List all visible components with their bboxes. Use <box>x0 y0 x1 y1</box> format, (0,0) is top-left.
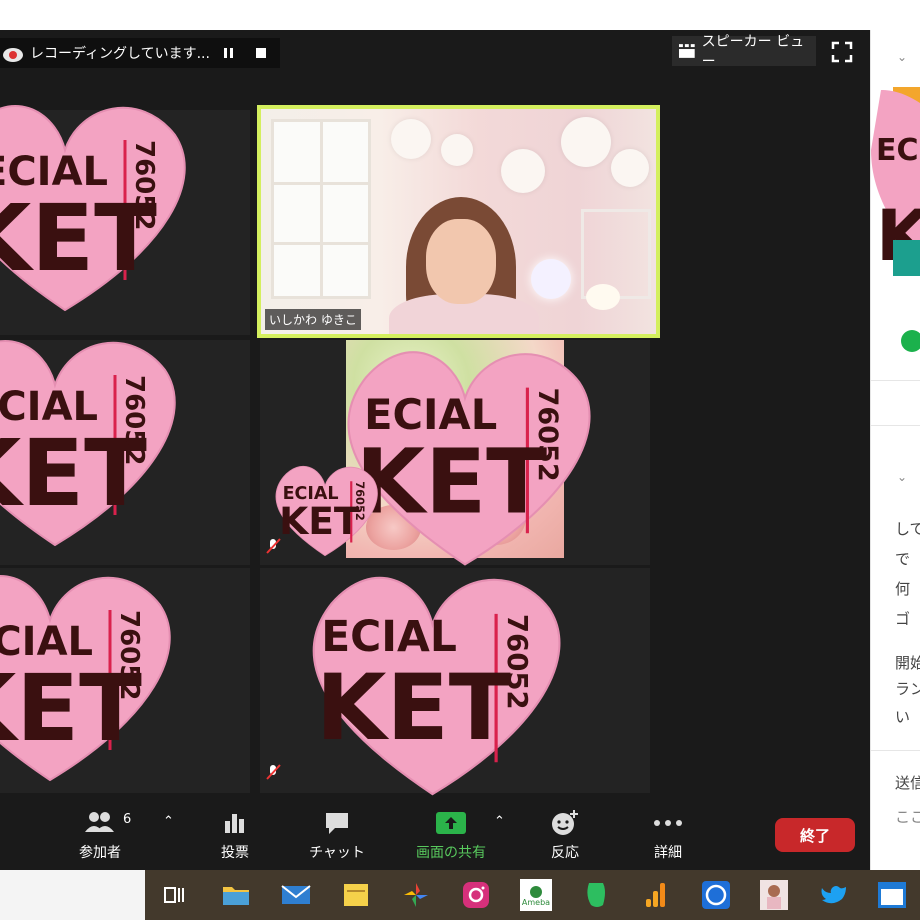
panel-text-line: で <box>895 550 911 568</box>
speaker-face <box>426 219 496 304</box>
speaker-view-button[interactable]: スピーカー ビュー <box>672 34 816 70</box>
meeting-toolbar: 参加者 6 ⌃ 投票 チャット 画面の共有 ⌃ 反応 詳細 終了 <box>0 800 870 870</box>
window-decor <box>271 119 371 299</box>
cloud-record-icon <box>3 48 23 62</box>
recording-indicator: レコーディングしています... <box>0 38 280 68</box>
analytics-icon[interactable] <box>640 879 672 911</box>
windows-taskbar: Ameba <box>0 870 920 920</box>
special-ticket-heart-sticker: ECIAL KET 76052 <box>275 466 378 557</box>
more-button[interactable]: 詳細 <box>623 808 713 862</box>
pause-recording-button[interactable] <box>216 40 242 66</box>
sticker-text-top: ECIAL <box>321 612 457 661</box>
file-explorer-icon[interactable] <box>220 879 252 911</box>
sticker-text-main: KET <box>279 499 360 543</box>
polls-button[interactable]: 投票 <box>190 808 280 862</box>
special-ticket-heart-sticker: ECIAL KET 76052 <box>312 576 561 796</box>
sticker-text-main: KET <box>356 430 547 534</box>
more-dots-icon <box>654 820 682 826</box>
chevron-down-icon[interactable]: ⌄ <box>897 470 907 484</box>
end-meeting-button[interactable]: 終了 <box>775 818 855 852</box>
task-view-icon[interactable] <box>158 879 190 911</box>
share-screen-icon <box>436 812 466 834</box>
divider <box>871 380 920 381</box>
chat-icon <box>326 813 348 834</box>
profile-photo-icon[interactable] <box>758 879 790 911</box>
speaker-view-icon <box>678 44 695 58</box>
special-ticket-heart-sticker: ECIAL KET <box>871 90 920 277</box>
chevron-down-icon[interactable]: ⌄ <box>897 50 907 64</box>
share-screen-label: 画面の共有 <box>416 845 486 861</box>
special-ticket-heart-sticker: ECIAL KET 76052 <box>0 105 186 312</box>
top-white-strip <box>0 0 920 30</box>
reactions-button[interactable]: 反応 <box>520 808 610 862</box>
window-icon[interactable] <box>876 879 908 911</box>
teal-block <box>893 240 920 276</box>
panel-text-line: 何 <box>895 580 911 598</box>
sticker-serial: 76052 <box>353 481 367 521</box>
divider <box>871 750 920 751</box>
speaker-view-label: スピーカー ビュー <box>701 34 805 70</box>
panel-text-line: ラン <box>895 680 920 698</box>
paper-flower <box>561 117 611 167</box>
paper-flower <box>391 119 431 159</box>
participants-icon <box>85 812 114 832</box>
active-speaker-tile[interactable]: いしかわ ゆきこ <box>257 105 660 338</box>
panel-text-line: 送信 <box>895 774 920 792</box>
chat-label: チャット <box>309 845 365 861</box>
lamp-decor <box>531 259 571 299</box>
panel-text-line: して <box>895 520 920 538</box>
chat-button[interactable]: チャット <box>292 808 382 862</box>
chevron-up-icon[interactable]: ⌃ <box>494 814 505 829</box>
sticker-serial: 76052 <box>129 140 159 230</box>
zoom-meeting-window: レコーディングしています... スピーカー ビュー いしかわ ゆきこ CIAL … <box>0 30 870 870</box>
participant-count: 6 <box>123 812 132 827</box>
sticky-notes-icon[interactable] <box>340 879 372 911</box>
sticker-text-top: ECIAL <box>876 133 920 168</box>
panel-text-line: 開始 <box>895 654 920 672</box>
ameba-icon[interactable]: Ameba <box>520 879 552 911</box>
stop-icon <box>255 48 266 58</box>
fullscreen-icon[interactable] <box>830 40 854 64</box>
reactions-label: 反応 <box>551 845 579 861</box>
paper-flower <box>611 149 649 187</box>
special-ticket-heart-sticker: ECIAL KET 76052 <box>0 575 171 782</box>
evernote-icon[interactable] <box>580 879 612 911</box>
more-label: 詳細 <box>654 845 682 861</box>
panel-text-line: ここ <box>895 808 920 826</box>
photos-icon[interactable] <box>400 879 432 911</box>
participants-button[interactable]: 参加者 <box>55 808 145 862</box>
special-ticket-heart-sticker: ECIAL KET 76052 <box>0 340 176 547</box>
check-circle-icon <box>901 330 920 352</box>
sticker-serial: 76052 <box>501 614 533 710</box>
muted-mic-icon <box>266 764 281 780</box>
sticker-serial: 76052 <box>532 388 563 482</box>
sticker-text-main: KET <box>316 655 511 761</box>
pause-icon <box>223 48 233 58</box>
lamp-decor <box>586 284 620 310</box>
instagram-icon[interactable] <box>460 879 492 911</box>
polls-label: 投票 <box>221 845 249 861</box>
participants-label: 参加者 <box>79 845 121 861</box>
divider <box>871 425 920 426</box>
polls-icon <box>225 814 244 833</box>
share-screen-button[interactable]: 画面の共有 <box>406 808 496 862</box>
recording-label: レコーディングしています... <box>30 46 210 62</box>
ameba-label: Ameba <box>521 897 551 907</box>
sticker-serial: 76052 <box>114 610 144 700</box>
paper-flower <box>501 149 545 193</box>
panel-text-line: い <box>895 708 911 726</box>
shazam-icon[interactable] <box>700 879 732 911</box>
twitter-icon[interactable] <box>818 879 850 911</box>
panel-text-line: ゴ <box>895 610 911 628</box>
reactions-icon <box>552 810 578 835</box>
paper-flower <box>441 134 473 166</box>
taskbar-search-box[interactable] <box>0 870 145 920</box>
mail-icon[interactable] <box>280 879 312 911</box>
shelf-decor <box>581 209 651 299</box>
side-panel: ⌄ ECIAL KET ⌄ して で 何 ゴ 開始 ラン い 送信 ここ <box>870 30 920 870</box>
stop-recording-button[interactable] <box>248 40 274 66</box>
chevron-up-icon[interactable]: ⌃ <box>163 814 174 829</box>
sticker-serial: 76052 <box>119 375 149 465</box>
